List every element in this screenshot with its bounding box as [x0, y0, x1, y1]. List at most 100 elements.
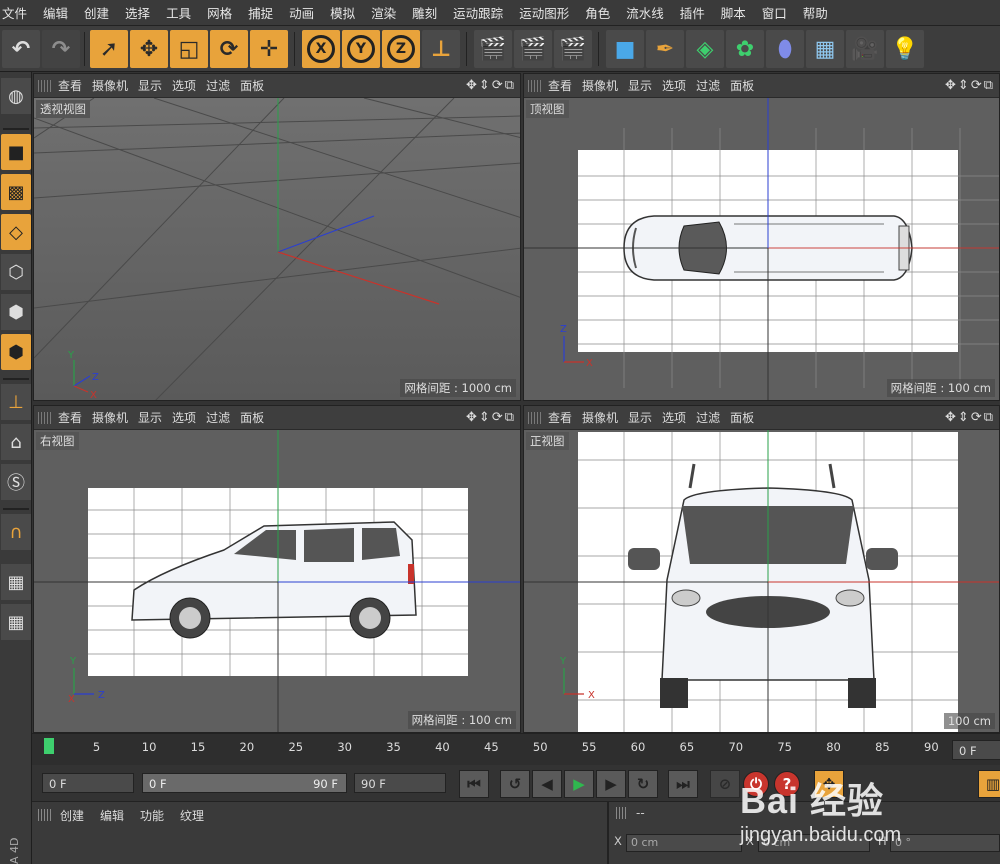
- tweak-mode-button[interactable]: ⌂: [1, 424, 31, 460]
- frame-range-slider[interactable]: 0 F 90 F: [142, 773, 347, 793]
- viewport-nav-icons[interactable]: ✥⇕⟳⧉: [945, 410, 995, 425]
- menu-item[interactable]: 脚本: [713, 3, 754, 22]
- menu-item[interactable]: 运动图形: [511, 3, 577, 22]
- coordinate-system-button[interactable]: ⊥: [422, 30, 460, 68]
- subdivision-button[interactable]: ◈: [686, 30, 724, 68]
- move-tool-button[interactable]: ✥: [130, 30, 168, 68]
- viewport-menu-item[interactable]: 过滤: [696, 77, 730, 94]
- model-mode-button[interactable]: ■: [1, 134, 31, 170]
- menu-item[interactable]: 渲染: [363, 3, 404, 22]
- camera-button[interactable]: 🎥: [846, 30, 884, 68]
- render-picture-viewer-button[interactable]: 🎬: [514, 30, 552, 68]
- texture-mode-button[interactable]: ▩: [1, 174, 31, 210]
- menu-item[interactable]: 网格: [199, 3, 240, 22]
- viewport-perspective[interactable]: 查看摄像机显示选项过滤面板 ✥⇕⟳⧉ Y Z X 透视视图 网格间距: [33, 73, 521, 401]
- menu-item[interactable]: 编辑: [35, 3, 76, 22]
- axis-mode-button[interactable]: ⊥: [1, 384, 31, 420]
- viewport-menu-item[interactable]: 面板: [240, 409, 274, 426]
- record-disabled-button[interactable]: ⊘: [710, 770, 740, 798]
- solo-button[interactable]: Ⓢ: [1, 464, 31, 500]
- viewport-nav-icons[interactable]: ✥⇕⟳⧉: [945, 78, 995, 93]
- viewport-menu-item[interactable]: 查看: [548, 77, 582, 94]
- start-frame-field[interactable]: 0 F: [42, 773, 134, 793]
- viewport-menu-item[interactable]: 查看: [548, 409, 582, 426]
- menu-item[interactable]: 模拟: [322, 3, 363, 22]
- live-selection-button[interactable]: ➚: [90, 30, 128, 68]
- polygons-mode-button[interactable]: ⬢: [1, 334, 31, 370]
- render-view-button[interactable]: 🎬: [474, 30, 512, 68]
- viewport-menu-item[interactable]: 面板: [240, 77, 274, 94]
- cube-button[interactable]: ■: [606, 30, 644, 68]
- snap-button[interactable]: ∩: [1, 514, 31, 550]
- material-menu-item[interactable]: 编辑: [100, 807, 140, 824]
- viewport-menu-item[interactable]: 选项: [172, 409, 206, 426]
- viewport-menu-item[interactable]: 显示: [628, 77, 662, 94]
- light-button[interactable]: 💡: [886, 30, 924, 68]
- viewport-menu-item[interactable]: 面板: [730, 77, 764, 94]
- menu-item[interactable]: 插件: [672, 3, 713, 22]
- menu-item[interactable]: 帮助: [795, 3, 836, 22]
- menu-item[interactable]: 流水线: [618, 3, 672, 22]
- z-axis-lock-button[interactable]: Z: [382, 30, 420, 68]
- material-menu-item[interactable]: 纹理: [180, 807, 220, 824]
- menu-item[interactable]: 动画: [281, 3, 322, 22]
- render-settings-button[interactable]: 🎬: [554, 30, 592, 68]
- redo-button[interactable]: ↷: [42, 30, 80, 68]
- y-axis-lock-button[interactable]: Y: [342, 30, 380, 68]
- viewport-menu-item[interactable]: 摄像机: [92, 77, 138, 94]
- viewport-right[interactable]: 查看 摄像机 显示 选项 过滤 面板 ✥⇕⟳⧉ Y Z X 右视图 网格间距:…: [33, 405, 521, 733]
- viewport-menu-item[interactable]: 摄像机: [582, 77, 628, 94]
- viewport-menu-item[interactable]: 查看: [58, 409, 92, 426]
- cloner-button[interactable]: ✿: [726, 30, 764, 68]
- menu-item[interactable]: 窗口: [754, 3, 795, 22]
- rotate-tool-button[interactable]: ⟳: [210, 30, 248, 68]
- transform-tool-button[interactable]: ✛: [250, 30, 288, 68]
- viewport-front[interactable]: 查看 摄像机 显示 选项 过滤 面板 ✥⇕⟳⧉ Y X 正视图 100 cm: [523, 405, 1000, 733]
- viewport-nav-icons[interactable]: ✥⇕⟳⧉: [466, 78, 516, 93]
- viewport-menu-item[interactable]: 显示: [628, 409, 662, 426]
- menu-item[interactable]: 雕刻: [404, 3, 445, 22]
- next-key-button[interactable]: ↻: [628, 770, 658, 798]
- viewport-menu-item[interactable]: 查看: [58, 77, 92, 94]
- go-to-end-button[interactable]: ⏭: [668, 770, 698, 798]
- menu-item[interactable]: 角色: [577, 3, 618, 22]
- workplane-align-button[interactable]: ▦: [1, 604, 31, 640]
- menu-item[interactable]: 文件: [0, 3, 35, 22]
- make-editable-button[interactable]: ◍: [1, 78, 31, 114]
- material-menu-item[interactable]: 功能: [140, 807, 180, 824]
- play-button[interactable]: ▶: [564, 770, 594, 798]
- viewport-menu-item[interactable]: 过滤: [206, 409, 240, 426]
- menu-item[interactable]: 创建: [76, 3, 117, 22]
- end-frame-field[interactable]: 90 F: [354, 773, 446, 793]
- workplane-mode-button[interactable]: ◇: [1, 214, 31, 250]
- viewport-menu-item[interactable]: 显示: [138, 409, 172, 426]
- menu-item[interactable]: 工具: [158, 3, 199, 22]
- next-frame-button[interactable]: ▶: [596, 770, 626, 798]
- material-menu-item[interactable]: 创建: [60, 807, 100, 824]
- timeline-ruler[interactable]: 051015202530354045505560657075808590 0 F: [32, 733, 1000, 765]
- viewport-menu-item[interactable]: 摄像机: [92, 409, 138, 426]
- viewport-menu-item[interactable]: 选项: [662, 409, 696, 426]
- points-mode-button[interactable]: ⬡: [1, 254, 31, 290]
- menu-item[interactable]: 选择: [117, 3, 158, 22]
- viewport-top[interactable]: 查看 摄像机 显示 选项 过滤 面板 ✥⇕⟳⧉ Z X 顶视图 网格间距 : 100 cm: [523, 73, 1000, 401]
- workplane-lock-button[interactable]: ▦: [1, 564, 31, 600]
- position-x-field[interactable]: 0 cm: [626, 834, 742, 852]
- viewport-menu-item[interactable]: 面板: [730, 409, 764, 426]
- viewport-menu-item[interactable]: 摄像机: [582, 409, 628, 426]
- viewport-menu-item[interactable]: 选项: [172, 77, 206, 94]
- playhead[interactable]: [44, 738, 54, 754]
- frame-ruler[interactable]: 051015202530354045505560657075808590: [44, 738, 950, 762]
- edges-mode-button[interactable]: ⬢: [1, 294, 31, 330]
- viewport-nav-icons[interactable]: ✥⇕⟳⧉: [466, 410, 516, 425]
- current-frame-field[interactable]: 0 F: [952, 740, 1000, 760]
- scale-tool-button[interactable]: ◱: [170, 30, 208, 68]
- menu-item[interactable]: 捕捉: [240, 3, 281, 22]
- pen-spline-button[interactable]: ✒: [646, 30, 684, 68]
- floor-button[interactable]: ▦: [806, 30, 844, 68]
- viewport-menu-item[interactable]: 选项: [662, 77, 696, 94]
- viewport-menu-item[interactable]: 过滤: [206, 77, 240, 94]
- menu-item[interactable]: 运动跟踪: [445, 3, 511, 22]
- previous-frame-button[interactable]: ◀: [532, 770, 562, 798]
- x-axis-lock-button[interactable]: X: [302, 30, 340, 68]
